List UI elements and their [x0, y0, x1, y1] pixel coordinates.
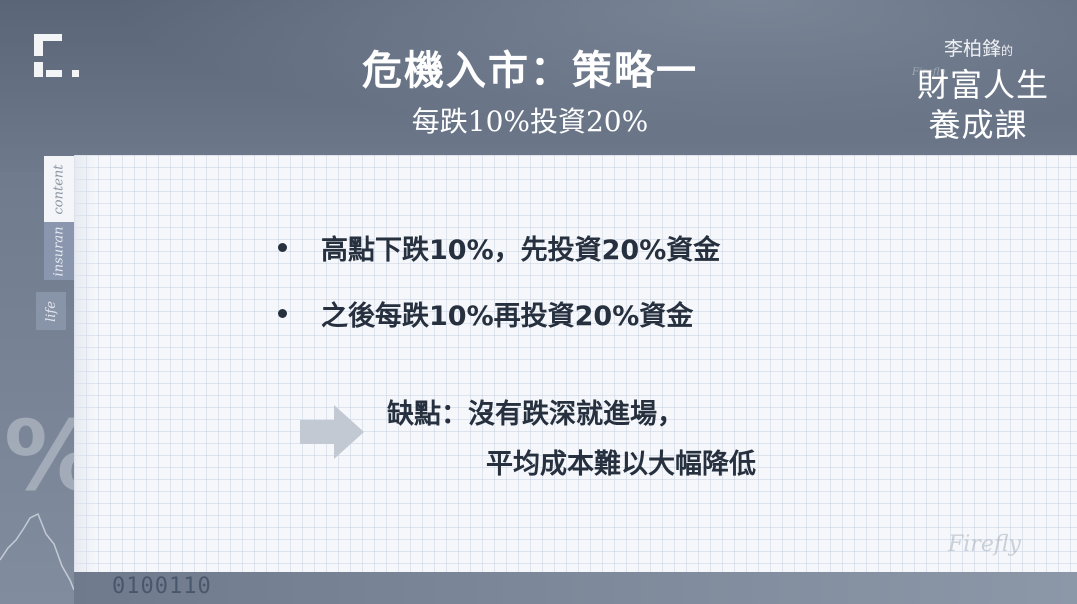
tab-insurance-label: insuran	[51, 226, 67, 276]
firefly-watermark: Firefly	[948, 532, 1021, 557]
bullet-text: 之後每跌10%再投資20%資金	[321, 301, 694, 332]
arrow-right-icon	[300, 405, 364, 459]
bottom-band	[74, 572, 1077, 604]
tab-content[interactable]: content	[44, 156, 74, 222]
drawback-note-line2: 平均成本難以大幅降低	[486, 449, 756, 480]
brand-course-line2: 養成課	[928, 106, 1028, 144]
bullet-text: 高點下跌10%，先投資20%資金	[321, 235, 721, 266]
page-subtitle: 每跌10%投資20%	[411, 105, 649, 138]
tab-insurance[interactable]: insuran	[44, 222, 74, 280]
logo-icon	[34, 34, 84, 84]
page-title: 危機入市：策略一	[362, 48, 698, 94]
card-edge-shadow	[74, 155, 96, 572]
brand-author: 李柏鋒的	[944, 34, 1013, 61]
brand-author-name: 李柏鋒	[944, 38, 1002, 60]
list-item: 之後每跌10%再投資20%資金	[278, 294, 693, 333]
list-item: 高點下跌10%，先投資20%資金	[278, 228, 720, 267]
brand-author-suffix: 的	[1001, 44, 1014, 58]
tab-life-label: life	[43, 300, 59, 322]
content-card	[74, 155, 1077, 572]
bullet-icon	[278, 309, 287, 318]
tab-content-label: content	[51, 164, 67, 214]
bullet-icon	[278, 243, 287, 252]
tab-life[interactable]: life	[36, 292, 66, 330]
binary-decor: 0100110	[112, 574, 212, 599]
line-chart-decor-icon	[0, 512, 74, 591]
drawback-note-line1: 缺點：沒有跌深就進場，	[387, 399, 684, 430]
